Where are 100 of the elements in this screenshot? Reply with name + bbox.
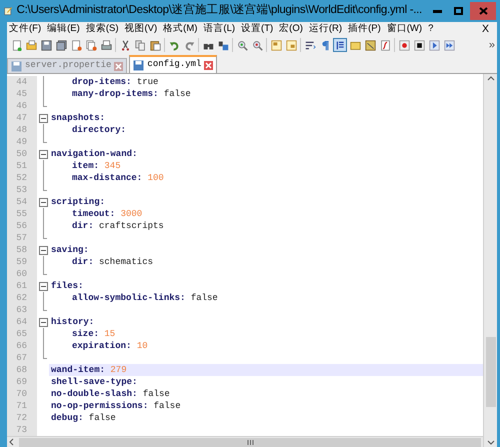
yaml-value: 100 (148, 172, 164, 184)
window-title: C:\Users\Administrator\Desktop\迷宫施工服\迷宫端\plugins\WorldEdit\config.yml -... (16, 2, 422, 18)
vertical-scrollbar[interactable] (483, 74, 497, 447)
fold-toggle[interactable] (38, 244, 48, 256)
word-wrap-icon (304, 40, 316, 50)
yaml-key: files: (51, 280, 84, 292)
line-number: 71 (7, 400, 37, 412)
close-icon[interactable] (204, 60, 214, 70)
floppy-disks-icon (56, 40, 66, 50)
open-folder-icon (26, 40, 36, 50)
function-list-icon (380, 40, 390, 50)
yaml-value: 3000 (120, 208, 142, 220)
redo-arrow-icon (184, 40, 194, 50)
line-number: 58 (7, 244, 37, 256)
menu-item[interactable]: 插件(P) (348, 22, 381, 37)
yaml-key: snapshots: (51, 112, 106, 124)
horizontal-scrollbar[interactable] (7, 436, 483, 447)
yaml-key: directory: (72, 124, 126, 136)
sync-horizontal-icon (286, 40, 296, 50)
line-number: 56 (7, 220, 37, 232)
toolbar-button[interactable] (39, 38, 53, 52)
document-map-icon (364, 40, 376, 50)
yaml-key: dir: (72, 256, 94, 268)
toolbar-button[interactable] (54, 38, 68, 52)
yaml-value: 345 (104, 160, 121, 172)
sync-vertical-icon (270, 40, 282, 50)
yaml-value: schematics (99, 256, 154, 268)
yaml-key: no-op-permissions: (51, 400, 148, 412)
pilcrow-icon (320, 40, 330, 50)
record-icon (398, 40, 410, 50)
line-number: 73 (7, 424, 37, 436)
line-number: 51 (7, 160, 37, 172)
yaml-key: wand-item: (51, 364, 106, 376)
menu-item[interactable]: 语言(L) (203, 22, 236, 37)
fold-toggle[interactable] (38, 280, 48, 292)
menu-item[interactable]: 窗口(W) (386, 22, 422, 37)
line-number: 62 (7, 292, 37, 304)
line-number: 70 (7, 388, 37, 400)
yaml-key: no-double-slash: (51, 388, 138, 400)
line-number: 50 (7, 148, 37, 160)
yaml-value: 279 (110, 364, 127, 376)
toolbar-button[interactable] (412, 38, 426, 52)
printer-icon (100, 40, 112, 50)
menu-item[interactable]: 设置(T) (241, 22, 274, 37)
fold-toggle[interactable] (38, 316, 48, 328)
line-number: 69 (7, 376, 37, 388)
line-number: 52 (7, 172, 37, 184)
menu-item[interactable]: 搜索(S) (86, 22, 118, 37)
menu-item[interactable]: 格式(M) (163, 22, 198, 37)
line-number: 46 (7, 100, 37, 112)
toolbar-button[interactable] (333, 38, 347, 52)
line-number: 60 (7, 268, 37, 280)
menu-item[interactable]: 运行(R) (308, 22, 342, 37)
line-number: 49 (7, 136, 37, 148)
yaml-key: allow-symbolic-links: (72, 292, 186, 304)
scroll-thumb[interactable] (486, 337, 496, 407)
line-number: 68 (7, 364, 37, 376)
yaml-value: false (154, 400, 181, 412)
menu-item[interactable]: 编辑(E) (47, 22, 80, 37)
play-icon (428, 40, 440, 50)
toolbar-button[interactable] (99, 38, 113, 52)
yaml-key: size: (72, 328, 100, 340)
yaml-value: 15 (104, 328, 116, 340)
yaml-key: saving: (51, 244, 89, 256)
line-number: 47 (7, 112, 37, 124)
menu-item[interactable]: ? (428, 22, 434, 37)
yaml-key: max-distance: (72, 172, 142, 184)
clipboard-icon (150, 40, 160, 50)
close-button[interactable] (470, 2, 496, 20)
line-number: 55 (7, 208, 37, 220)
fold-toggle[interactable] (38, 196, 48, 208)
close-file-icon (70, 40, 82, 50)
yaml-key: timeout: (72, 208, 116, 220)
zoom-in-icon (236, 40, 248, 50)
zoom-out-icon (252, 40, 262, 50)
file-tab[interactable]: config.yml (129, 55, 218, 73)
line-number: 64 (7, 316, 37, 328)
line-number: 66 (7, 340, 37, 352)
toolbar-overflow[interactable]: » (488, 36, 495, 54)
line-number: 59 (7, 256, 37, 268)
binoculars-replace-icon (218, 40, 228, 50)
yaml-key: shell-save-type: (51, 376, 138, 388)
new-file-icon (10, 40, 22, 50)
line-number: 53 (7, 184, 37, 196)
scroll-grip-icon[interactable] (246, 440, 254, 444)
menu-item[interactable]: 视图(V) (124, 22, 158, 37)
line-number: 61 (7, 280, 37, 292)
fold-toggle[interactable] (38, 148, 48, 160)
undo-arrow-icon (168, 40, 180, 50)
menu-item[interactable]: 文件(F) (9, 22, 42, 37)
yaml-value: craftscripts (99, 220, 164, 232)
menu-item[interactable]: 宏(O) (279, 22, 303, 37)
folder-icon (350, 40, 360, 50)
fold-toggle[interactable] (38, 112, 48, 124)
yaml-value: false (142, 388, 170, 400)
yaml-value: true (136, 76, 158, 88)
close-files-icon (86, 40, 96, 50)
yaml-key: scripting: (51, 196, 106, 208)
yaml-value: false (164, 88, 191, 100)
close-document-button[interactable]: X (482, 22, 489, 38)
